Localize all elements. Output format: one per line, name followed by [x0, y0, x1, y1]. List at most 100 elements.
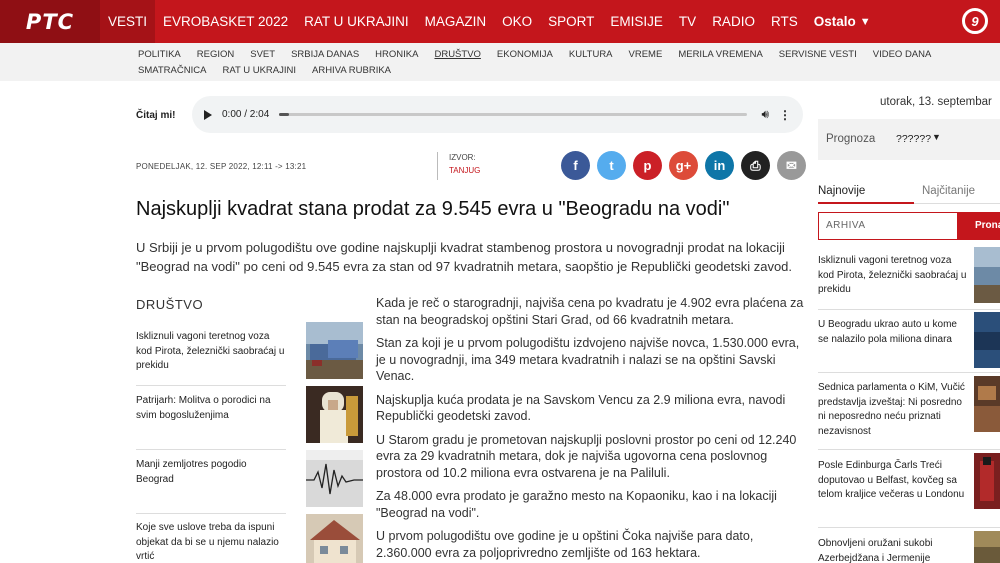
train-thumbnail[interactable] [974, 247, 1000, 303]
channel-badge-icon[interactable]: 9 [962, 8, 988, 34]
parliament-thumbnail[interactable] [974, 376, 1000, 432]
subnav-item[interactable]: VIDEO DANA [865, 47, 940, 63]
related-item[interactable]: Manji zemljotres pogodio Beograd [136, 458, 286, 487]
latest-news-item[interactable]: Obnovljeni oružani sukobi Azerbejdžana i… [818, 537, 968, 563]
chevron-down-icon: ▼ [859, 15, 871, 28]
subnav-item[interactable]: EKONOMIJA [489, 47, 561, 63]
news-tabs: Najnovije Najčitanije [818, 185, 1000, 204]
article-title: Najskuplji kvadrat stana prodat za 9.545… [136, 198, 730, 220]
subnav-item[interactable]: ARHIVA RUBRIKA [304, 63, 399, 79]
source-value[interactable]: TANJUG [449, 166, 480, 175]
divider [818, 372, 1000, 373]
related-item[interactable]: Koje sve uslove treba da ispuni objekat … [136, 521, 286, 563]
subnav-item[interactable]: RAT U UKRAJINI [214, 63, 304, 79]
related-section-title[interactable]: DRUŠTVO [136, 297, 203, 312]
weather-forecast[interactable]: Prognoza ?????? ▼ [818, 119, 1000, 160]
play-icon[interactable] [204, 109, 212, 120]
article-paragraph: Stan za koji je u prvom polugodištu izdv… [376, 336, 800, 383]
archive-search-button[interactable]: Pronađi [957, 212, 1000, 240]
subnav-item[interactable]: SERVISNE VESTI [771, 47, 865, 63]
article-date: PONEDELJAK, 12. SEP 2022, 12:11 -> 13:21 [136, 162, 307, 171]
seismograph-thumbnail[interactable] [306, 450, 363, 507]
nav-item-vesti[interactable]: VESTI [100, 0, 156, 43]
divider [136, 385, 286, 386]
latest-news-item[interactable]: Sednica parlamenta o KiM, Vučić predstav… [818, 381, 968, 439]
source-label: IZVOR: [449, 153, 476, 162]
share-buttons: f t p g+ in ⎙ ✉ [561, 151, 806, 180]
article-paragraph: Najskuplja kuća prodata je na Savskom Ve… [376, 392, 786, 424]
current-date: utorak, 13. septembar [880, 96, 992, 108]
subnav-item[interactable]: REGION [189, 47, 242, 63]
sub-navigation: POLITIKA REGION SVET SRBIJA DANAS HRONIK… [0, 43, 1000, 81]
article-body: Kada je reč o starogradnji, najviša cena… [376, 295, 806, 563]
email-icon[interactable]: ✉ [777, 151, 806, 180]
nav-item-oko[interactable]: OKO [494, 0, 540, 43]
nav-item-magazin[interactable]: MAGAZIN [417, 0, 495, 43]
divider [914, 203, 1000, 204]
article-paragraph: Za 48.000 evra prodato je garažno mesto … [376, 489, 777, 520]
divider [136, 513, 286, 514]
nav-item-rat-u-ukrajini[interactable]: RAT U UKRAJINI [296, 0, 417, 43]
read-aloud-label: Čitaj mi! [136, 110, 176, 121]
nav-item-tv[interactable]: TV [671, 0, 704, 43]
subnav-item[interactable]: SVET [242, 47, 283, 63]
nav-item-radio[interactable]: RADIO [704, 0, 763, 43]
subnav-item-active[interactable]: DRUŠTVO [426, 47, 488, 63]
train-thumbnail[interactable] [306, 322, 363, 379]
tab-latest[interactable]: Najnovije [818, 185, 865, 197]
nav-item-evrobasket[interactable]: EVROBASKET 2022 [155, 0, 296, 43]
conflict-thumbnail[interactable] [974, 531, 1000, 563]
audio-progress [279, 113, 289, 116]
article-lead: U Srbiji je u prvom polugodištu ove godi… [136, 240, 793, 274]
forecast-value: ?????? [896, 133, 932, 145]
subnav-item[interactable]: SMATRAČNICA [130, 63, 214, 79]
subnav-item[interactable]: POLITIKA [130, 47, 189, 63]
subnav-item[interactable]: HRONIKA [367, 47, 426, 63]
news-thumbnail[interactable] [974, 312, 1000, 368]
pinterest-icon[interactable]: p [633, 151, 662, 180]
related-item[interactable]: Iskliznuli vagoni teretnog voza kod Piro… [136, 330, 286, 374]
patriarch-thumbnail[interactable] [306, 386, 363, 443]
divider [136, 449, 286, 450]
audio-seek-bar[interactable] [279, 113, 748, 116]
twitter-icon[interactable]: t [597, 151, 626, 180]
more-menu[interactable]: Ostalo ▼ [806, 14, 871, 29]
audio-time: 0:00 / 2:04 [222, 109, 270, 120]
logo[interactable]: РТС [0, 0, 100, 43]
nav-item-rts[interactable]: RTS [763, 0, 806, 43]
latest-news-item[interactable]: Iskliznuli vagoni teretnog voza kod Piro… [818, 254, 968, 298]
article-paragraph: Kada je reč o starogradnji, najviša cena… [376, 296, 804, 327]
latest-news-item[interactable]: U Beogradu ukrao auto u kome se nalazilo… [818, 318, 968, 347]
more-menu-label: Ostalo [813, 14, 856, 29]
audio-player: 0:00 / 2:04 🔊︎ ⋮ [192, 96, 803, 133]
article-paragraph: U prvom polugodištu ove godine je u opšt… [376, 529, 754, 560]
divider [437, 152, 438, 180]
subnav-item[interactable]: KULTURA [561, 47, 621, 63]
nav-item-emisije[interactable]: EMISIJE [602, 0, 671, 43]
subnav-item[interactable]: MERILA VREMENA [670, 47, 770, 63]
linkedin-icon[interactable]: in [705, 151, 734, 180]
divider [818, 309, 1000, 310]
tab-most-read[interactable]: Najčitanije [922, 185, 975, 197]
article-paragraph: U Starom gradu je prometovan najskuplji … [376, 432, 797, 480]
top-navigation: РТС VESTI EVROBASKET 2022 RAT U UKRAJINI… [0, 0, 1000, 43]
royal-thumbnail[interactable] [974, 453, 1000, 509]
logo-text: РТС [25, 9, 75, 34]
archive-input[interactable]: ARHIVA [818, 212, 958, 240]
facebook-icon[interactable]: f [561, 151, 590, 180]
subnav-item[interactable]: VREME [621, 47, 671, 63]
forecast-label: Prognoza [826, 133, 876, 145]
kindergarten-thumbnail[interactable] [306, 514, 363, 563]
google-plus-icon[interactable]: g+ [669, 151, 698, 180]
related-item[interactable]: Patrijarh: Molitva o porodici na svim bo… [136, 394, 286, 423]
subnav-item[interactable]: SRBIJA DANAS [283, 47, 367, 63]
latest-news-item[interactable]: Posle Edinburga Čarls Treći doputovao u … [818, 459, 968, 503]
active-tab-indicator [818, 202, 914, 204]
divider [818, 527, 1000, 528]
divider [818, 449, 1000, 450]
caret-down-icon[interactable]: ▼ [932, 132, 941, 142]
nav-item-sport[interactable]: SPORT [540, 0, 602, 43]
more-options-icon[interactable]: ⋮ [779, 108, 791, 122]
volume-icon[interactable]: 🔊︎ [761, 107, 769, 122]
print-icon[interactable]: ⎙ [741, 151, 770, 180]
